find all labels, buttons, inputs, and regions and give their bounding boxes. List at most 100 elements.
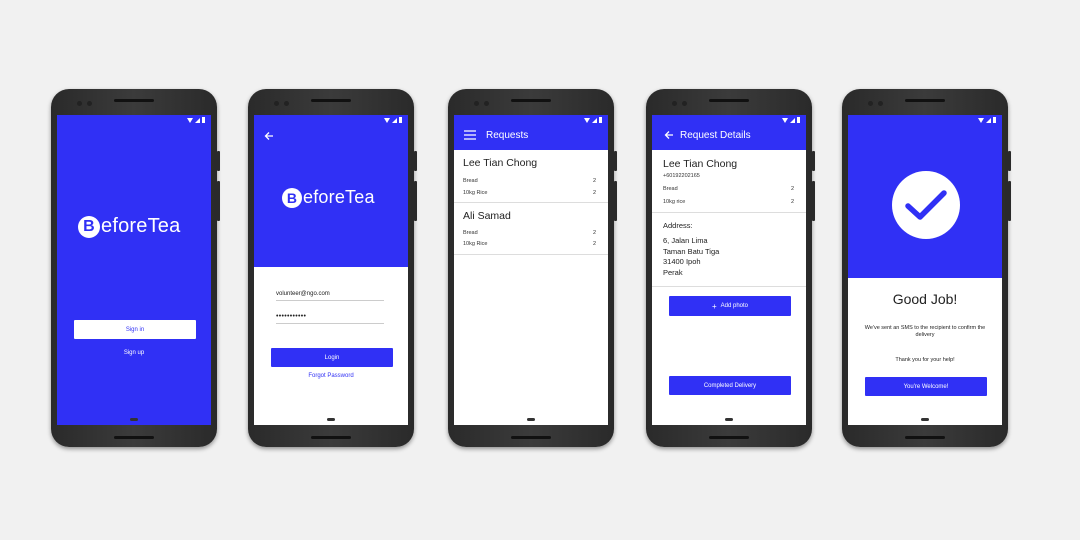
front-sensor [87,101,92,106]
phone-signin: B eforeTea Sign in Sign up [51,89,220,447]
item-name: 10kg rice [663,199,686,205]
completed-delivery-button[interactable]: Completed Delivery [669,376,791,395]
request-details-screen: Request Details Lee Tian Chong +60192202… [652,115,806,425]
recipient-name: Lee Tian Chong [663,158,738,170]
item-qty: 2 [592,178,596,184]
wifi-icon [782,117,788,123]
signup-link[interactable]: Sign up [57,350,211,356]
bottom-speaker [311,436,351,439]
home-indicator[interactable] [921,418,929,421]
app-logo: B eforeTea [78,215,180,238]
item-qty: 2 [592,230,596,236]
power-key [614,151,617,171]
thanks-text: Thank you for your help! [895,357,955,363]
divider [652,286,806,287]
signal-icon [986,117,991,123]
phone-request-details: Request Details Lee Tian Chong +60192202… [646,89,815,447]
battery-icon [399,117,402,123]
item-name: 10kg Rice [463,241,488,247]
request-item: 10kg Rice 2 [463,241,596,247]
divider [652,212,806,213]
home-indicator[interactable] [130,418,138,421]
forgot-password-link[interactable]: Forgot Password [254,373,408,379]
status-bar [848,115,1002,125]
wifi-icon [978,117,984,123]
login-header: B eforeTea [254,115,408,267]
bottom-speaker [905,436,945,439]
status-bar [57,115,211,125]
app-logo: B eforeTea [282,187,375,208]
add-photo-button[interactable]: + Add photo [669,296,791,316]
front-camera [474,101,479,106]
home-indicator[interactable] [327,418,335,421]
status-bar [254,115,408,125]
item-name: Bread [463,230,478,236]
wifi-icon [584,117,590,123]
power-key [217,151,220,171]
success-header [848,115,1002,278]
app-bar: Requests [454,115,608,150]
phone-success: Good Job! We've sent an SMS to the recip… [842,89,1011,447]
earpiece [114,99,154,102]
request-card[interactable]: Ali Samad Bread 2 10kg Rice 2 [454,203,608,255]
login-button[interactable]: Login [271,348,393,367]
password-field[interactable]: ••••••••••• [276,313,384,324]
signin-button[interactable]: Sign in [74,320,196,339]
item-name: 10kg Rice [463,190,488,196]
menu-icon[interactable] [464,130,476,140]
earpiece [709,99,749,102]
logo-initial: B [282,187,302,208]
signal-icon [790,117,795,123]
address-line: Perak [663,268,683,277]
volume-key [414,181,417,221]
youre-welcome-button[interactable]: You're Welcome! [865,377,987,396]
front-sensor [878,101,883,106]
volume-key [217,181,220,221]
front-camera [77,101,82,106]
front-sensor [484,101,489,106]
request-name: Ali Samad [463,210,511,222]
item-qty: 2 [592,241,596,247]
status-bar [652,115,806,125]
signin-screen: B eforeTea Sign in Sign up [57,115,211,425]
bottom-speaker [511,436,551,439]
phone-requests: Requests Lee Tian Chong Bread 2 10kg Rice… [448,89,617,447]
item-qty: 2 [592,190,596,196]
logo-text: eforeTea [303,187,375,207]
app-bar: Request Details [652,115,806,150]
earpiece [311,99,351,102]
success-message: We've sent an SMS to the recipient to co… [864,325,986,338]
battery-icon [202,117,205,123]
front-sensor [682,101,687,106]
success-heading: Good Job! [892,291,958,307]
request-item: 10kg Rice 2 [463,190,596,196]
request-item: 10kg rice 2 [663,199,794,205]
signal-icon [592,117,597,123]
checkmark-circle [892,171,960,239]
home-indicator[interactable] [527,418,535,421]
battery-icon [599,117,602,123]
battery-icon [797,117,800,123]
status-bar [454,115,608,125]
bottom-speaker [114,436,154,439]
phone-login: B eforeTea volunteer@ngo.com •••••••••••… [248,89,417,447]
email-field[interactable]: volunteer@ngo.com [276,291,384,301]
item-name: Bread [663,186,678,192]
request-card[interactable]: Lee Tian Chong Bread 2 10kg Rice 2 [454,150,608,203]
recipient-phone: +60192202165 [663,173,700,179]
back-arrow-icon[interactable] [664,130,674,140]
requests-screen: Requests Lee Tian Chong Bread 2 10kg Rice… [454,115,608,425]
add-photo-label: Add photo [720,303,749,309]
address-line: 6, Jalan Lima [663,236,708,245]
front-camera [274,101,279,106]
earpiece [905,99,945,102]
wifi-icon [187,117,193,123]
back-arrow-icon[interactable] [264,131,274,141]
bottom-speaker [709,436,749,439]
power-key [812,151,815,171]
home-indicator[interactable] [725,418,733,421]
signal-icon [392,117,397,123]
wifi-icon [384,117,390,123]
plus-icon: + [711,301,717,311]
request-item: Bread 2 [663,186,794,192]
